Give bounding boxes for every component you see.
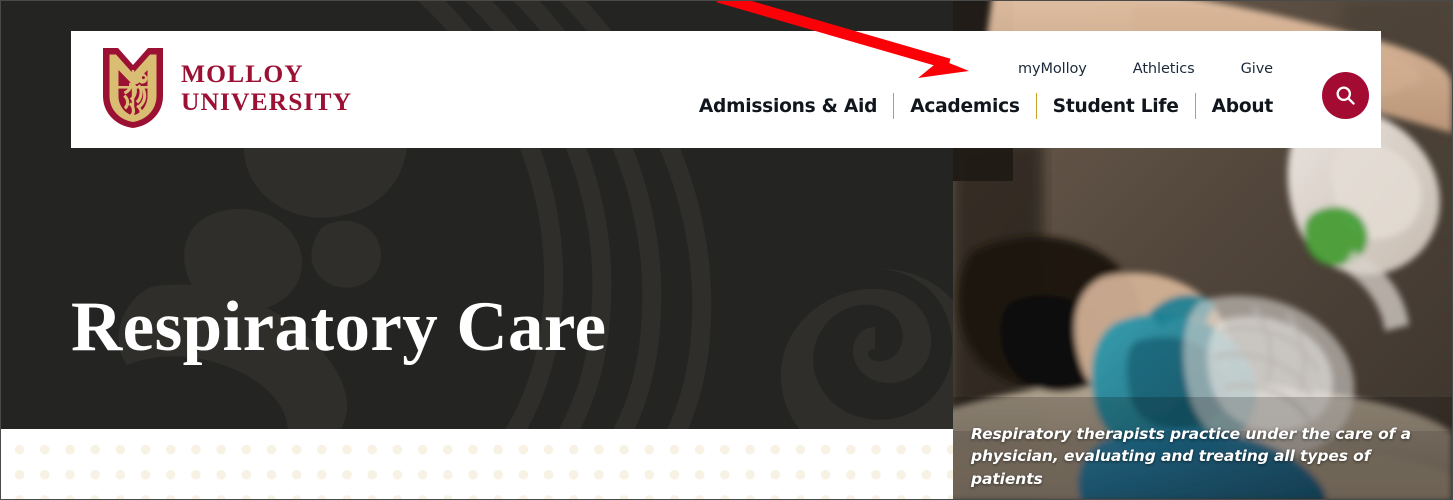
dotted-pattern-strip — [1, 429, 953, 499]
wordmark-line-1: MOLLOY — [181, 59, 304, 89]
utility-nav-item-give[interactable]: Give — [1241, 61, 1273, 77]
molloy-lion-shield-icon — [103, 48, 163, 128]
site-header: MOLLOY UNIVERSITY myMolloy Athletics Giv… — [71, 31, 1381, 148]
page-title: Respiratory Care — [71, 287, 607, 366]
photo-caption: Respiratory therapists practice under th… — [971, 423, 1442, 490]
wordmark: MOLLOY UNIVERSITY — [181, 60, 352, 115]
main-nav: Admissions & Aid Academics Student Life … — [699, 93, 1273, 119]
search-button[interactable] — [1322, 72, 1369, 119]
utility-nav-item-mymolloy[interactable]: myMolloy — [1018, 61, 1087, 77]
main-nav-item-admissions-aid[interactable]: Admissions & Aid — [699, 96, 893, 117]
photo-caption-line-1: Respiratory therapists practice under th… — [971, 425, 1411, 444]
search-icon — [1336, 86, 1355, 105]
main-nav-item-student-life[interactable]: Student Life — [1037, 96, 1195, 117]
site-logo[interactable]: MOLLOY UNIVERSITY — [101, 46, 352, 130]
main-nav-item-about[interactable]: About — [1196, 96, 1274, 117]
utility-nav-item-athletics[interactable]: Athletics — [1133, 61, 1195, 77]
utility-nav: myMolloy Athletics Give — [1018, 61, 1273, 77]
screenshot-root: Respiratory Care Respiratory therapists … — [0, 0, 1453, 500]
main-nav-item-academics[interactable]: Academics — [894, 96, 1035, 117]
wordmark-line-2: UNIVERSITY — [181, 87, 353, 116]
photo-caption-line-2: physician, evaluating and treating all t… — [971, 447, 1371, 488]
